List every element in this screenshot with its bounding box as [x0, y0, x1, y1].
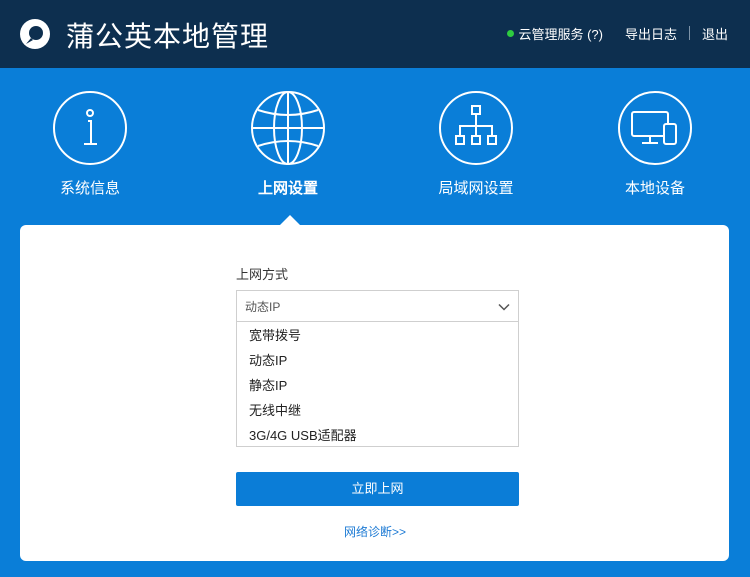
nav-label: 上网设置 [257, 180, 318, 197]
option-dhcp[interactable]: 动态IP [249, 352, 287, 369]
logout-link[interactable]: 退出 [702, 24, 728, 43]
option-usb-modem[interactable]: 3G/4G USB适配器 [249, 427, 357, 444]
cloud-service-link[interactable]: 云管理服务 (?) [518, 24, 603, 43]
devices-icon [618, 91, 692, 165]
active-tab-pointer [280, 215, 300, 225]
header-divider [688, 26, 690, 40]
option-wireless-repeater[interactable]: 无线中继 [249, 402, 301, 419]
option-pppoe[interactable]: 宽带拨号 [249, 327, 301, 344]
network-tree-icon [439, 91, 513, 165]
info-icon [53, 91, 127, 165]
nav-lan-settings[interactable]: 局域网设置 [406, 90, 546, 200]
connection-type-label: 上网方式 [236, 267, 289, 282]
nav-local-devices[interactable]: 本地设备 [585, 90, 725, 200]
brand-title: 蒲公英本地管理 [66, 21, 270, 52]
chevron-down-icon [498, 303, 510, 311]
top-header: 蒲公英本地管理 云管理服务 (?) 导出日志 退出 [0, 0, 750, 68]
connection-type-select[interactable]: 动态IP [236, 290, 519, 322]
status-dot-icon [507, 29, 515, 37]
nav-label: 本地设备 [624, 180, 685, 197]
connect-now-button[interactable]: 立即上网 [236, 472, 519, 506]
export-log-link[interactable]: 导出日志 [625, 24, 677, 43]
nav-label: 局域网设置 [438, 180, 514, 197]
header-actions: 云管理服务 (?) 导出日志 退出 [507, 23, 728, 43]
dandelion-logo-icon [20, 19, 50, 49]
connection-type-dropdown: 宽带拨号 动态IP 静态IP 无线中继 3G/4G USB适配器 [236, 322, 519, 447]
nav-system-info[interactable]: 系统信息 [20, 90, 160, 200]
globe-icon [251, 91, 325, 165]
selected-value: 动态IP [245, 300, 281, 314]
option-static-ip[interactable]: 静态IP [249, 377, 287, 394]
nav-internet-settings[interactable]: 上网设置 [218, 90, 358, 200]
nav-label: 系统信息 [59, 180, 120, 197]
network-diagnosis-link[interactable]: 网络诊断>> [0, 524, 750, 540]
